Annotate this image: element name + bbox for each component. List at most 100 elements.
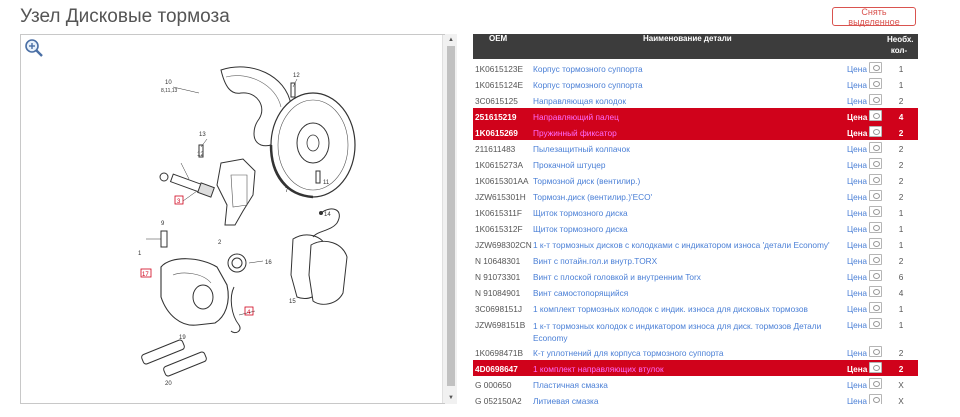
part-name-link[interactable]: 1 комплект направляющих втулок <box>533 364 664 374</box>
oem-number: 1K0615301AA <box>475 176 529 186</box>
price-link[interactable]: Цена <box>847 112 867 122</box>
comment-icon[interactable] <box>869 362 882 373</box>
table-row[interactable]: 1K0615273A Прокачной штуцер Цена 2 <box>473 156 918 172</box>
price-link[interactable]: Цена <box>847 240 867 250</box>
table-row[interactable]: JZW698302CN 1 к-т тормозных дисков с коло… <box>473 236 918 252</box>
price-link[interactable]: Цена <box>847 160 867 170</box>
price-link[interactable]: Цена <box>847 272 867 282</box>
comment-icon[interactable] <box>869 378 882 389</box>
table-row[interactable]: 1K0698471B К-т уплотнений для корпуса тор… <box>473 344 918 360</box>
comment-icon[interactable] <box>869 394 882 404</box>
table-scrollbar[interactable]: ▲ ▼ <box>445 34 457 404</box>
part-name-link[interactable]: Прокачной штуцер <box>533 160 605 170</box>
price-link[interactable]: Цена <box>847 128 867 138</box>
part-name-link[interactable]: Винт с плоской головкой и внутренним Tor… <box>533 272 701 282</box>
table-row[interactable]: 1K0615312F Щиток тормозного диска Цена 1 <box>473 220 918 236</box>
price-link[interactable]: Цена <box>847 176 867 186</box>
comment-icon[interactable] <box>869 126 882 137</box>
required-qty: 2 <box>898 160 904 170</box>
price-link[interactable]: Цена <box>847 224 867 234</box>
comment-icon[interactable] <box>869 94 882 105</box>
price-link[interactable]: Цена <box>847 364 867 374</box>
oem-number: 1K0615123E <box>475 64 523 74</box>
comment-icon[interactable] <box>869 158 882 169</box>
part-name-link[interactable]: 1 к-т тормозных колодок с индикатором из… <box>533 320 833 344</box>
comment-icon[interactable] <box>869 78 882 89</box>
price-link[interactable]: Цена <box>847 96 867 106</box>
part-name-link[interactable]: Тормозной диск (вентилир.) <box>533 176 640 186</box>
zoom-in-icon[interactable] <box>24 38 44 58</box>
scroll-up-arrow-icon[interactable]: ▲ <box>445 34 457 46</box>
table-row[interactable]: JZW615301H Тормозн.диск (вентилир.)'ECO' Ц… <box>473 188 918 204</box>
table-row[interactable]: 211611483 Пылезащитный колпачок Цена 2 <box>473 140 918 156</box>
scroll-down-arrow-icon[interactable]: ▼ <box>445 392 457 404</box>
price-link[interactable]: Цена <box>847 192 867 202</box>
comment-icon[interactable] <box>869 62 882 73</box>
table-row[interactable]: G 052150A2 Литиевая смазка Цена X <box>473 392 918 404</box>
price-link[interactable]: Цена <box>847 144 867 154</box>
price-link[interactable]: Цена <box>847 256 867 266</box>
table-row[interactable]: 3C0615125 Направляющая колодок Цена 2 <box>473 92 918 108</box>
price-link[interactable]: Цена <box>847 348 867 358</box>
part-name-link[interactable]: Щиток тормозного диска <box>533 224 628 234</box>
table-row[interactable]: 1K0615311F Щиток тормозного диска Цена 1 <box>473 204 918 220</box>
table-row[interactable]: 1K0615301AA Тормозной диск (вентилир.) Цен… <box>473 172 918 188</box>
table-row[interactable]: N 91073301 Винт с плоской головкой и внут… <box>473 268 918 284</box>
part-name-link[interactable]: Пружинный фиксатор <box>533 128 617 138</box>
price-link[interactable]: Цена <box>847 380 867 390</box>
table-row[interactable]: 251615219 Направляющий палец Цена 4 <box>473 108 918 124</box>
comment-icon[interactable] <box>869 302 882 313</box>
table-row[interactable]: 3C0698151J 1 комплект тормозных колодок с… <box>473 300 918 316</box>
part-name-link[interactable]: Щиток тормозного диска <box>533 208 628 218</box>
part-name-link[interactable]: Пылезащитный колпачок <box>533 144 630 154</box>
table-row[interactable]: 4D0698647 1 комплект направляющих втулок Ц… <box>473 360 918 376</box>
comment-icon[interactable] <box>869 286 882 297</box>
required-qty: 2 <box>898 96 904 106</box>
part-name-link[interactable]: Винт самостопорящийся <box>533 288 628 298</box>
price-link[interactable]: Цена <box>847 208 867 218</box>
parts-diagram[interactable]: 10 8,11,13 12 13 12 3 9 7 11 14 1 2 16 1… <box>20 34 456 404</box>
price-link[interactable]: Цена <box>847 396 867 404</box>
part-name-link[interactable]: Направляющая колодок <box>533 96 626 106</box>
table-row[interactable]: N 91084901 Винт самостопорящийся Цена 4 <box>473 284 918 300</box>
part-name-link[interactable]: Тормозн.диск (вентилир.)'ECO' <box>533 192 652 202</box>
part-name-link[interactable]: Корпус тормозного суппорта <box>533 64 643 74</box>
table-row[interactable]: 1K0615124E Корпус тормозного суппорта Цена… <box>473 76 918 92</box>
comment-icon[interactable] <box>869 110 882 121</box>
table-row[interactable]: 1K0615269 Пружинный фиксатор Цена 2 <box>473 124 918 140</box>
comment-icon[interactable] <box>869 238 882 249</box>
diagram-label-15: 15 <box>289 299 296 305</box>
part-name-link[interactable]: Винт с потайн.гол.и внутр.TORX <box>533 256 657 266</box>
comment-icon[interactable] <box>869 254 882 265</box>
part-name-link[interactable]: 1 комплект тормозных колодок с индик. из… <box>533 304 808 314</box>
comment-icon[interactable] <box>869 270 882 281</box>
price-link[interactable]: Цена <box>847 288 867 298</box>
price-link[interactable]: Цена <box>847 320 867 330</box>
comment-icon[interactable] <box>869 142 882 153</box>
table-row[interactable]: 1K0615123E Корпус тормозного суппорта Цена… <box>473 60 918 76</box>
part-name-link[interactable]: Литиевая смазка <box>533 396 598 404</box>
price-link[interactable]: Цена <box>847 80 867 90</box>
diagram-label-17[interactable]: 17 <box>142 272 149 278</box>
part-name-link[interactable]: Корпус тормозного суппорта <box>533 80 643 90</box>
clear-selection-button[interactable]: Снять выделенное <box>832 7 916 27</box>
part-name-link[interactable]: Пластичная смазка <box>533 380 608 390</box>
comment-icon[interactable] <box>869 174 882 185</box>
part-name-link[interactable]: 1 к-т тормозных дисков с колодками с инд… <box>533 240 830 250</box>
price-link[interactable]: Цена <box>847 304 867 314</box>
comment-icon[interactable] <box>869 318 882 329</box>
comment-icon[interactable] <box>869 346 882 357</box>
table-row[interactable]: N 10648301 Винт с потайн.гол.и внутр.TORX… <box>473 252 918 268</box>
comment-icon[interactable] <box>869 222 882 233</box>
table-row[interactable]: JZW698151B 1 к-т тормозных колодок с инди… <box>473 316 918 344</box>
diagram-label-1: 1 <box>138 251 142 257</box>
comment-icon[interactable] <box>869 190 882 201</box>
scroll-thumb[interactable] <box>447 46 455 386</box>
required-qty: X <box>898 396 904 404</box>
price-link[interactable]: Цена <box>847 64 867 74</box>
table-row[interactable]: G 000650 Пластичная смазка Цена X <box>473 376 918 392</box>
part-name-link[interactable]: Направляющий палец <box>533 112 619 122</box>
comment-icon[interactable] <box>869 206 882 217</box>
diagram-label-8-11-13: 8,11,13 <box>161 88 178 94</box>
part-name-link[interactable]: К-т уплотнений для корпуса тормозного су… <box>533 348 723 358</box>
